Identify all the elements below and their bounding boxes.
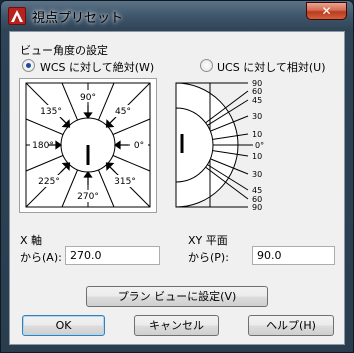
elev-label-30-bottom: 30 <box>252 170 262 179</box>
dial-label-0: 0° <box>134 141 144 151</box>
xy-plane-title: XY 平面 <box>188 234 228 247</box>
section-title: ビュー角度の設定 <box>20 44 108 57</box>
window-title: 視点プリセット <box>32 11 124 26</box>
elev-label-10-bottom: 10 <box>252 152 262 161</box>
dial-label-180: 180° <box>32 141 54 151</box>
help-button[interactable]: ヘルプ(H) <box>248 315 334 336</box>
xy-plane-input[interactable]: 90.0 <box>252 246 335 265</box>
elev-label-30-top: 30 <box>252 112 262 121</box>
azimuth-dial[interactable]: 90° 45° 0° 315° 270° 225° 180° 135° <box>20 79 156 212</box>
close-button[interactable]: ✕ <box>306 2 347 20</box>
x-axis-title: X 軸 <box>20 234 43 247</box>
dial-label-225: 225° <box>38 177 60 187</box>
elev-label-10-top: 10 <box>252 130 262 139</box>
dial-label-45: 45° <box>115 107 131 117</box>
ucs-radio-button[interactable] <box>200 59 213 72</box>
wcs-radio-label: WCS に対して絶対(W) <box>40 61 155 74</box>
elev-label-60-top: 60 <box>252 87 262 96</box>
title-bar[interactable]: 視点プリセット ✕ <box>1 1 353 31</box>
ok-button[interactable]: OK <box>22 315 105 336</box>
elev-label-45-top: 45 <box>252 96 262 105</box>
elev-label-45-bottom: 45 <box>252 186 262 195</box>
elevation-dial-panel[interactable]: 90 60 45 30 10 0° 10 30 45 60 90 <box>170 78 270 213</box>
dial-label-315: 315° <box>114 177 136 187</box>
autocad-logo-icon <box>8 7 26 25</box>
elev-label-0: 0° <box>255 141 264 150</box>
x-axis-from-label: から(A): <box>20 251 62 264</box>
azimuth-dial-panel[interactable]: 90° 45° 0° 315° 270° 225° 180° 135° <box>19 78 157 213</box>
elevation-dial[interactable]: 90 60 45 30 10 0° 10 30 45 60 90 <box>170 78 270 213</box>
xy-plane-from-label: から(P): <box>188 251 229 264</box>
x-axis-input[interactable]: 270.0 <box>65 246 160 265</box>
elev-label-90-bottom: 90 <box>252 203 262 212</box>
close-icon: ✕ <box>321 4 332 18</box>
dial-label-135: 135° <box>40 107 62 117</box>
dial-label-90: 90° <box>80 93 96 103</box>
dial-label-270: 270° <box>77 192 99 202</box>
dialog-window: 視点プリセット ✕ ビュー角度の設定 WCS に対して絶対(W) UCS に対し… <box>0 0 354 353</box>
cancel-button[interactable]: キャンセル <box>134 315 219 336</box>
dialog-body: ビュー角度の設定 WCS に対して絶対(W) UCS に対して相対(U) 90°… <box>9 31 345 345</box>
set-plan-view-button[interactable]: プラン ビューに設定(V) <box>86 286 268 307</box>
ucs-radio-label: UCS に対して相対(U) <box>217 61 326 74</box>
wcs-radio-button[interactable] <box>22 59 35 72</box>
